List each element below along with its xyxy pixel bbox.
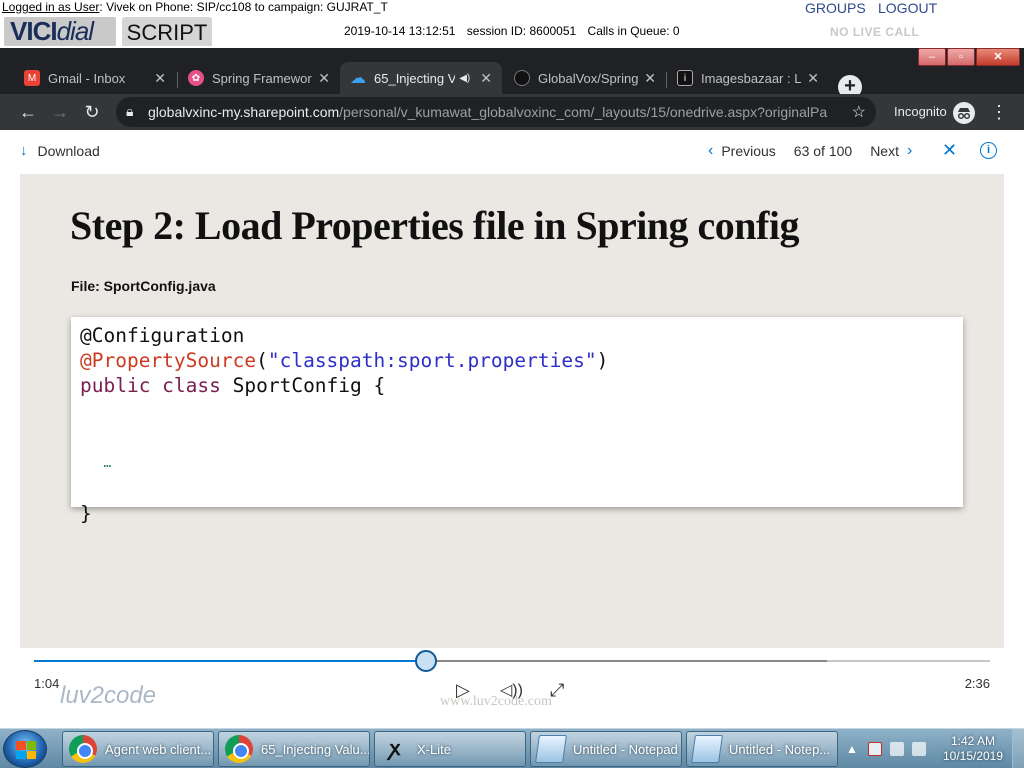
start-button[interactable] bbox=[3, 730, 47, 768]
slide-title: Step 2: Load Properties file in Spring c… bbox=[70, 203, 799, 248]
tab-close-icon[interactable]: ✕ bbox=[807, 70, 819, 87]
seek-handle[interactable] bbox=[414, 650, 437, 672]
back-arrow-icon[interactable]: ← bbox=[18, 102, 38, 122]
browser-window: – ▫ ✕ M Gmail - Inbox ✕ ✿ Spring Framewo… bbox=[0, 48, 1024, 728]
tab-close-icon[interactable]: ✕ bbox=[154, 70, 166, 87]
imagesbazaar-icon: i bbox=[677, 70, 693, 86]
chevron-right-icon[interactable]: › bbox=[907, 142, 912, 160]
taskbar-item-xlite[interactable]: ꭗ X-Lite bbox=[374, 731, 526, 767]
windows-logo-icon bbox=[16, 741, 36, 759]
taskbar-item-agent-web-client[interactable]: Agent web client... bbox=[62, 731, 214, 767]
code-keyword: public class bbox=[80, 374, 221, 397]
show-desktop-button[interactable] bbox=[1012, 729, 1024, 768]
next-button[interactable]: Next bbox=[870, 143, 899, 159]
login-status: Logged in as User: Vivek on Phone: SIP/c… bbox=[2, 0, 388, 14]
chrome-icon bbox=[69, 735, 97, 763]
file-label: File: SportConfig.java bbox=[71, 278, 216, 294]
bookmark-star-icon[interactable]: ☆ bbox=[852, 102, 866, 122]
login-details: : Vivek on Phone: SIP/cc108 to campaign:… bbox=[99, 0, 388, 14]
xlite-icon: ꭗ bbox=[389, 738, 401, 760]
address-bar[interactable]: 🔒︎ globalvxinc-my.sharepoint.com/persona… bbox=[116, 97, 876, 127]
onedrive-icon: ☁ bbox=[350, 70, 366, 87]
code-string: "classpath:sport.properties" bbox=[267, 349, 597, 372]
session-info: 2019-10-14 13:12:51 session ID: 8600051 … bbox=[344, 24, 688, 38]
onedrive-viewer: ↓ Download ‹ Previous 63 of 100 Next › ✕… bbox=[0, 130, 1024, 728]
tab-close-icon[interactable]: ✕ bbox=[480, 70, 492, 87]
code-line: @Configuration bbox=[80, 324, 245, 347]
notepad-icon bbox=[535, 735, 567, 763]
speaker-icon[interactable]: ◀) bbox=[459, 73, 470, 84]
tab-strip: M Gmail - Inbox ✕ ✿ Spring Framework ✕ ☁… bbox=[0, 58, 1024, 99]
taskbar-item-notepad-1[interactable]: Untitled - Notepad bbox=[530, 731, 682, 767]
system-clock[interactable]: 1:42 AM 10/15/2019 bbox=[934, 734, 1012, 764]
tab-spring[interactable]: ✿ Spring Framework ✕ bbox=[178, 62, 340, 94]
action-center-icon[interactable] bbox=[889, 742, 904, 756]
browser-toolbar: ← → ↻ 🔒︎ globalvxinc-my.sharepoint.com/p… bbox=[0, 94, 1024, 130]
lock-icon[interactable]: 🔒︎ bbox=[126, 103, 133, 120]
pager: ‹ Previous 63 of 100 Next › bbox=[700, 142, 920, 160]
video-player-controls: 1:04 2:36 luv2code www.luv2code.com ▷ ◁)… bbox=[20, 648, 1004, 728]
spring-icon: ✿ bbox=[188, 70, 204, 86]
tab-close-icon[interactable]: ✕ bbox=[318, 70, 330, 87]
download-button[interactable]: ↓ Download bbox=[20, 142, 100, 159]
github-icon bbox=[514, 70, 530, 86]
calls-in-queue: Calls in Queue: 0 bbox=[587, 24, 680, 38]
forward-arrow-icon[interactable]: → bbox=[50, 102, 70, 122]
incognito-glyph bbox=[957, 108, 971, 120]
gmail-icon: M bbox=[24, 70, 40, 86]
url-text[interactable]: globalvxinc-my.sharepoint.com/personal/v… bbox=[148, 104, 828, 120]
logout-link[interactable]: LOGOUT bbox=[878, 0, 937, 16]
volume-icon[interactable]: ◁)) bbox=[500, 680, 523, 700]
speaker-tray-icon[interactable] bbox=[911, 742, 926, 756]
tab-gmail[interactable]: M Gmail - Inbox ✕ bbox=[14, 62, 176, 94]
chevron-left-icon[interactable]: ‹ bbox=[708, 142, 713, 160]
vicidial-logo: VICIdial bbox=[4, 17, 116, 46]
incognito-label: Incognito bbox=[894, 104, 947, 119]
script-tab[interactable]: SCRIPT bbox=[122, 17, 212, 46]
live-call-status: NO LIVE CALL bbox=[830, 25, 920, 39]
code-text: @Configuration @PropertySource("classpat… bbox=[80, 324, 609, 525]
session-datetime: 2019-10-14 13:12:51 bbox=[344, 24, 456, 38]
seek-bar[interactable] bbox=[34, 650, 990, 672]
download-icon: ↓ bbox=[20, 142, 28, 159]
played-bar bbox=[34, 660, 426, 662]
video-slide[interactable]: Step 2: Load Properties file in Spring c… bbox=[20, 174, 1004, 648]
tab-github[interactable]: GlobalVox/SpringB ✕ bbox=[504, 62, 666, 94]
browser-menu-icon[interactable]: ⋮ bbox=[990, 102, 1008, 122]
tray-expand-icon[interactable]: ▲ bbox=[846, 742, 858, 756]
current-time: 1:04 bbox=[34, 676, 60, 691]
code-ellipsis: … bbox=[103, 456, 112, 471]
clock-time: 1:42 AM bbox=[950, 734, 996, 748]
luv2code-logo: luv2code bbox=[60, 682, 157, 709]
play-icon[interactable]: ▷ bbox=[456, 680, 470, 701]
groups-link[interactable]: GROUPS bbox=[805, 0, 866, 16]
taskbar-item-injecting-values[interactable]: 65_Injecting Valu... bbox=[218, 731, 370, 767]
incognito-icon[interactable] bbox=[953, 102, 975, 124]
logged-in-link[interactable]: Logged in as User bbox=[2, 0, 99, 14]
network-warning-icon[interactable] bbox=[867, 742, 882, 756]
system-tray: ▲ bbox=[846, 729, 934, 768]
page-position: 63 of 100 bbox=[793, 143, 853, 159]
close-viewer-icon[interactable]: ✕ bbox=[942, 140, 957, 161]
taskbar-item-notepad-2[interactable]: Untitled - Notep... bbox=[686, 731, 838, 767]
reload-icon[interactable]: ↻ bbox=[82, 102, 102, 122]
code-annotation: @PropertySource bbox=[80, 349, 257, 372]
duration: 2:36 bbox=[964, 676, 990, 691]
vicidial-header: Logged in as User: Vivek on Phone: SIP/c… bbox=[0, 0, 1024, 48]
code-block: @Configuration @PropertySource("classpat… bbox=[71, 317, 963, 525]
windows-taskbar: Agent web client... 65_Injecting Valu...… bbox=[0, 728, 1024, 768]
chrome-icon bbox=[225, 735, 253, 763]
code-line: } bbox=[80, 502, 92, 525]
clock-date: 10/15/2019 bbox=[942, 749, 1004, 763]
fullscreen-icon[interactable]: ⤢ bbox=[550, 680, 564, 701]
notepad-icon bbox=[691, 735, 723, 763]
tab-imagesbazaar[interactable]: i Imagesbazaar : Lar ✕ bbox=[667, 62, 829, 94]
info-icon[interactable]: i bbox=[980, 142, 997, 159]
previous-button[interactable]: Previous bbox=[721, 143, 775, 159]
tab-onedrive[interactable]: ☁ 65_Injecting V ◀) ✕ bbox=[340, 62, 502, 94]
viewer-command-bar: ↓ Download ‹ Previous 63 of 100 Next › ✕… bbox=[0, 130, 1024, 174]
tab-close-icon[interactable]: ✕ bbox=[644, 70, 656, 87]
session-id: session ID: 8600051 bbox=[466, 24, 577, 38]
